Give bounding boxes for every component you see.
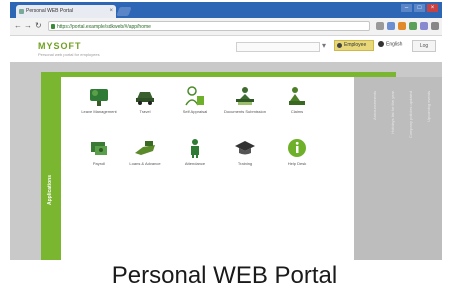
graduation-cap-icon: [235, 141, 255, 155]
sidebar-label[interactable]: Applications: [47, 175, 53, 205]
sidebar: Applications: [41, 77, 61, 260]
tile-training[interactable]: Training: [221, 137, 269, 166]
tile-documents-submission[interactable]: Documents Submission: [221, 85, 269, 114]
reload-icon[interactable]: ↻: [35, 22, 42, 30]
tile-leave-management[interactable]: Leave Management: [75, 85, 123, 114]
maximize-icon[interactable]: □: [414, 4, 425, 12]
menu-icon[interactable]: [431, 22, 439, 30]
minimize-icon[interactable]: –: [401, 4, 412, 12]
back-icon[interactable]: ←: [14, 22, 22, 30]
browser-window: Personal WEB Portal × – □ × ← → ↻ https:…: [10, 2, 442, 260]
announcement-line: Upcoming events: [426, 91, 431, 122]
lock-icon: [51, 24, 55, 29]
tile-help-desk[interactable]: Help Desk: [273, 137, 321, 166]
window-controls: – □ ×: [401, 4, 438, 12]
app-tiles-panel: Leave Management Travel Self Appraisal D…: [61, 77, 354, 260]
tab-title: Personal WEB Portal: [26, 8, 73, 14]
tile-label: Help Desk: [287, 161, 307, 166]
forward-icon[interactable]: →: [24, 22, 32, 30]
tile-label: Payroll: [92, 161, 106, 166]
logout-button[interactable]: Log: [412, 40, 436, 52]
tile-travel[interactable]: Travel: [121, 85, 169, 114]
tab-strip: Personal WEB Portal × – □ ×: [10, 2, 442, 18]
tree-icon: [90, 89, 108, 106]
money-icon: [91, 142, 107, 155]
url-text: https://portal.example/sdkweb/#/app/home: [57, 24, 151, 30]
browser-tab[interactable]: Personal WEB Portal ×: [16, 5, 116, 18]
announcements-panel: Announcements Holidays list for the year…: [354, 77, 442, 260]
announcement-line: Company policies updated: [408, 91, 413, 139]
tile-label: Self Appraisal: [182, 109, 208, 114]
caption: Personal WEB Portal: [111, 262, 338, 289]
search-input[interactable]: [236, 42, 320, 52]
filter-icon[interactable]: ▾: [322, 41, 326, 50]
person-desk-icon: [236, 87, 254, 105]
tile-loans-advance[interactable]: Loans & Advance: [121, 137, 169, 166]
extension-icon[interactable]: [409, 22, 417, 30]
extension-icon[interactable]: [420, 22, 428, 30]
tile-label: Leave Management: [81, 109, 117, 114]
user-menu-button[interactable]: Employee: [334, 40, 374, 51]
tile-label: Claims: [290, 109, 304, 114]
extension-icon[interactable]: [387, 22, 395, 30]
address-bar[interactable]: https://portal.example/sdkweb/#/app/home: [48, 21, 370, 31]
announcement-line: Announcements: [372, 91, 377, 120]
star-icon[interactable]: [376, 22, 384, 30]
tile-label: Travel: [139, 109, 151, 114]
announcement-line: Holidays list for the year: [390, 91, 395, 134]
tile-label: Training: [237, 161, 253, 166]
language-selector[interactable]: English: [378, 41, 402, 47]
close-icon[interactable]: ×: [427, 4, 438, 12]
person-report-icon: [289, 87, 305, 105]
person-form-icon: [185, 86, 204, 106]
tile-label: Loans & Advance: [129, 161, 161, 166]
browser-toolbar: ← → ↻ https://portal.example/sdkweb/#/ap…: [10, 18, 442, 36]
tab-close-icon[interactable]: ×: [109, 5, 113, 18]
globe-icon: [378, 41, 384, 47]
person-clock-icon: [191, 139, 199, 158]
app-logo[interactable]: MYSOFT: [38, 41, 82, 51]
tile-label: Attendance: [184, 161, 206, 166]
hand-icon: [135, 141, 155, 155]
tile-payroll[interactable]: Payroll: [75, 137, 123, 166]
extension-icon[interactable]: [398, 22, 406, 30]
user-avatar-icon: [337, 43, 342, 48]
language-label: English: [386, 41, 403, 48]
info-icon: [288, 139, 306, 157]
app-header: MYSOFT Personal web portal for employees…: [10, 36, 442, 62]
logo-text: MYSOFT: [38, 41, 82, 51]
favicon-icon: [19, 9, 24, 14]
tile-label: Documents Submission: [223, 109, 267, 114]
app-tagline: Personal web portal for employees: [38, 52, 100, 57]
new-tab-button[interactable]: [116, 7, 132, 16]
car-icon: [136, 92, 154, 105]
tile-attendance[interactable]: Attendance: [171, 137, 219, 166]
user-label: Employee: [344, 42, 367, 48]
tile-self-appraisal[interactable]: Self Appraisal: [171, 85, 219, 114]
tile-claims[interactable]: Claims: [273, 85, 321, 114]
